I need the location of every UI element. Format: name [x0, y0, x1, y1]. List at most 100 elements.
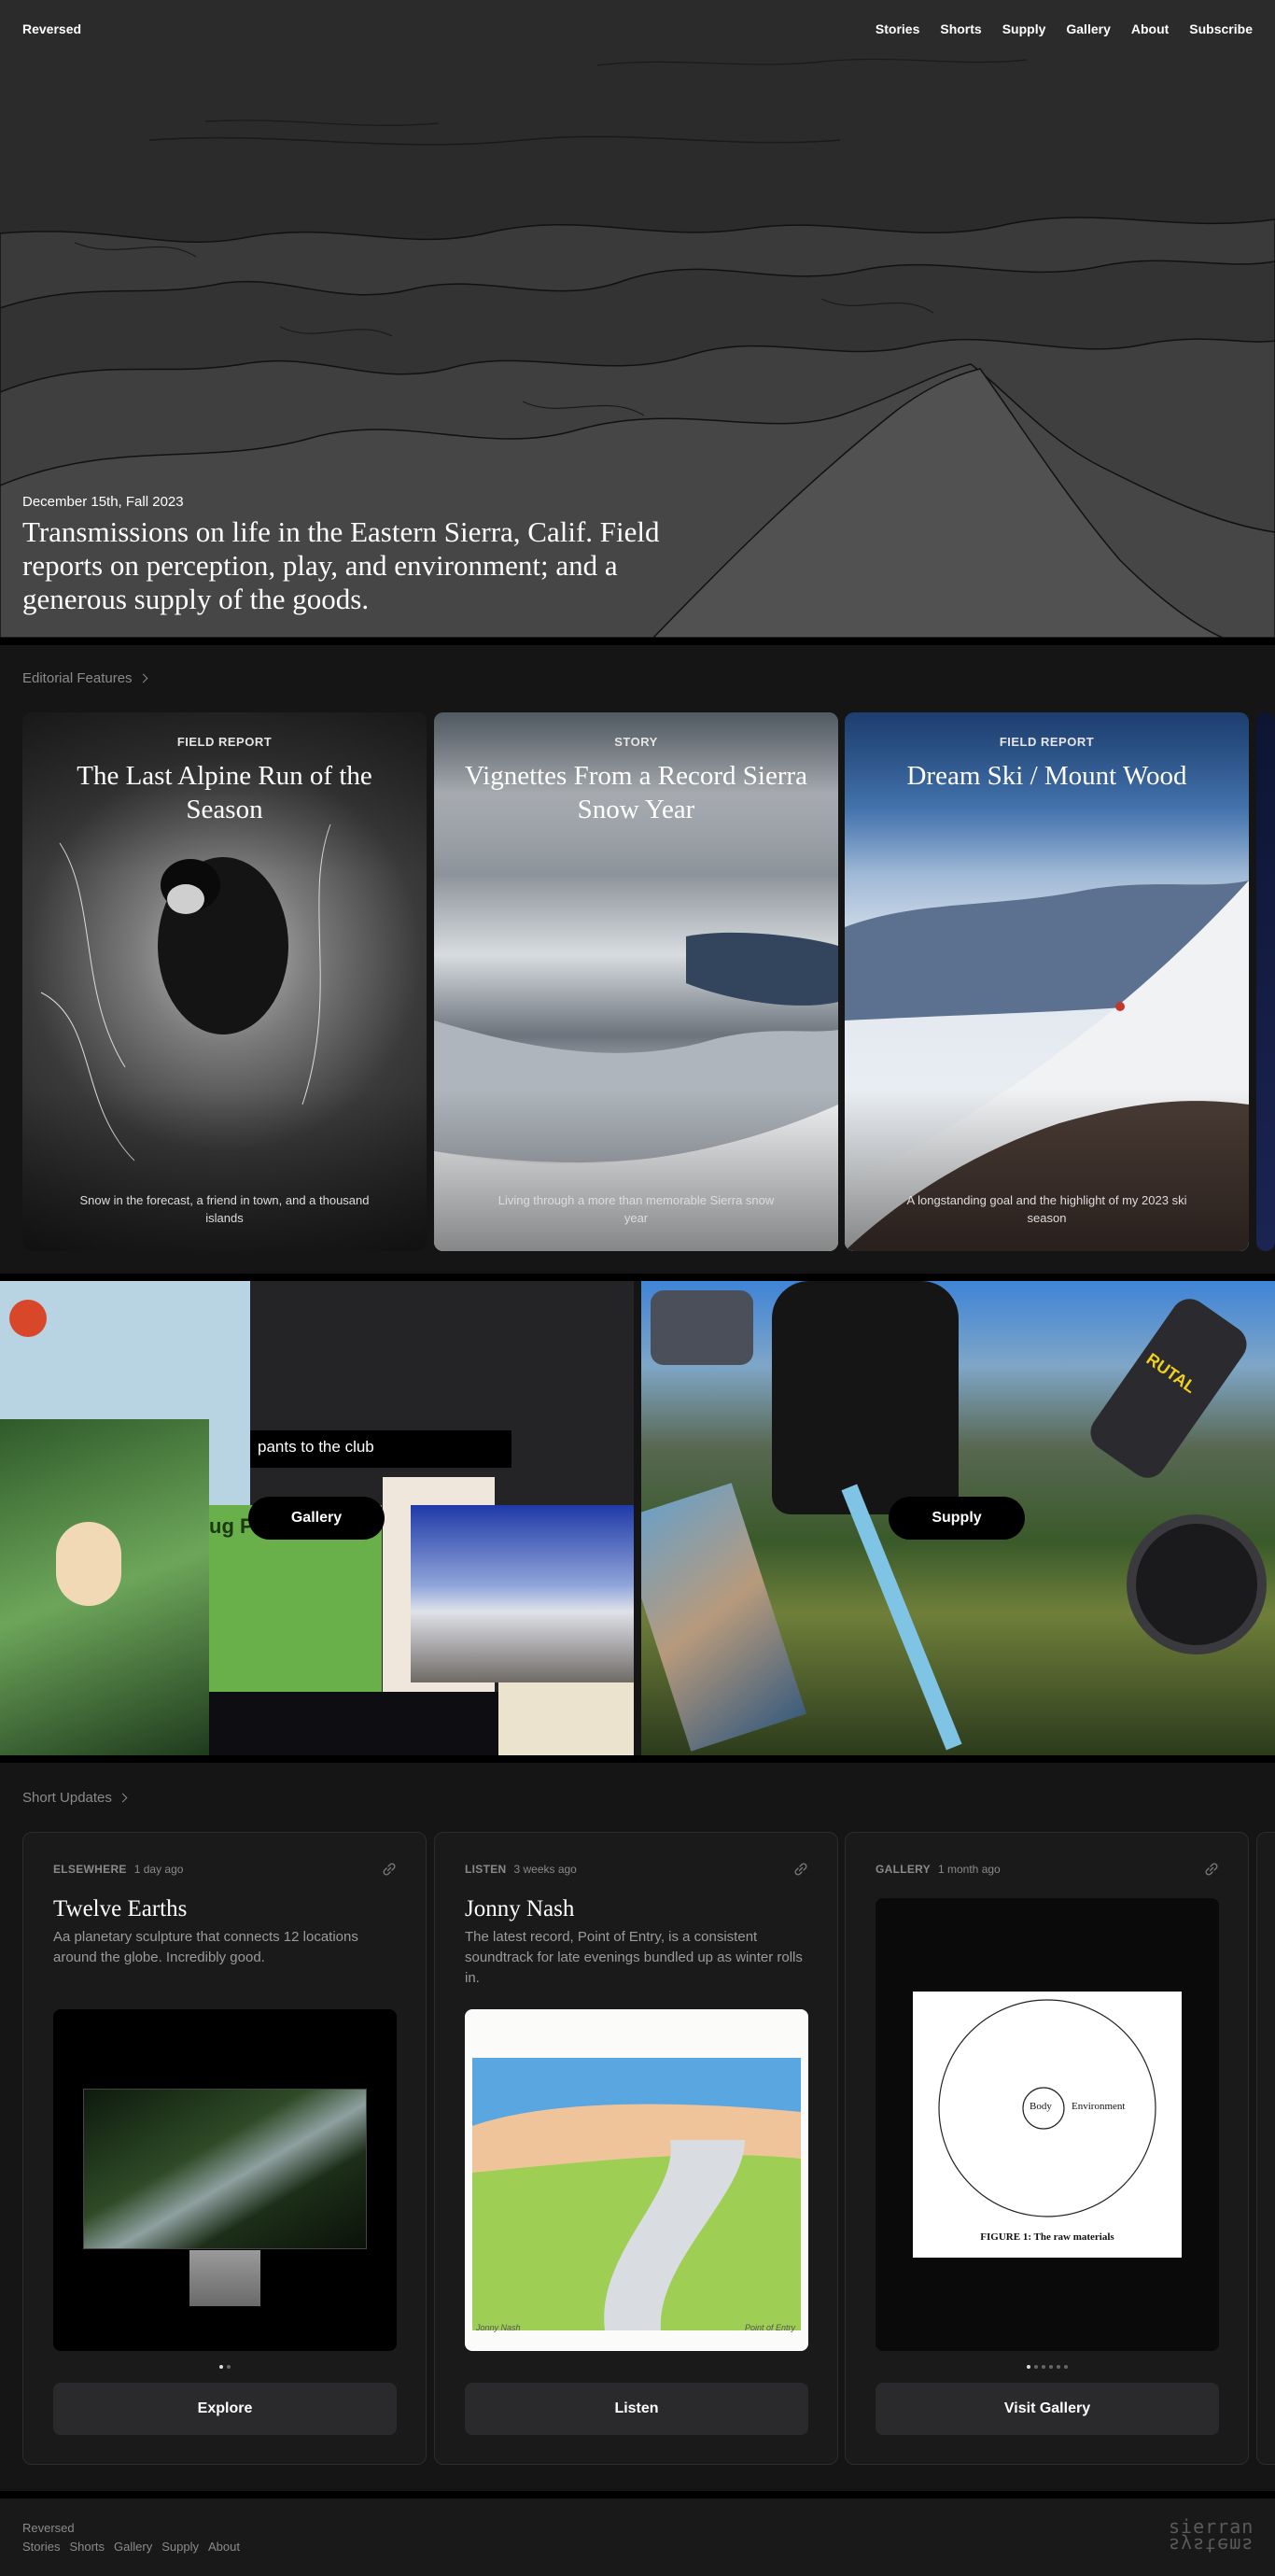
- diagram-label-body: Body: [1030, 2101, 1052, 2112]
- sierran-systems-logo[interactable]: sierran systems: [1169, 2517, 1254, 2556]
- feature-kicker: FIELD REPORT: [999, 735, 1095, 749]
- listen-button[interactable]: Listen: [465, 2383, 808, 2435]
- footer-brand[interactable]: Reversed: [22, 2521, 75, 2535]
- top-nav: Reversed Stories Shorts Supply Gallery A…: [0, 0, 1275, 58]
- card-meta: GALLERY 1 month ago: [876, 1863, 1001, 1876]
- feature-card[interactable]: FIELD REPORT The Last Alpine Run of the …: [22, 712, 427, 1251]
- editorial-heading-label: Editorial Features: [22, 670, 133, 686]
- feature-kicker: STORY: [614, 735, 658, 749]
- hero-title: Transmissions on life in the Eastern Sie…: [22, 515, 660, 615]
- supply-button[interactable]: Supply: [889, 1497, 1025, 1540]
- hero-date: December 15th, Fall 2023: [22, 494, 184, 510]
- supply-promo[interactable]: RUTAL Supply: [641, 1281, 1275, 1755]
- nav-link-shorts[interactable]: Shorts: [940, 21, 981, 36]
- monitor-screen: [83, 2089, 367, 2249]
- gallery-caption-strip: pants to the club: [250, 1430, 511, 1468]
- nav-link-about[interactable]: About: [1131, 21, 1169, 36]
- card-media[interactable]: Jonny Nash Point of Entry: [465, 2009, 808, 2351]
- short-card: GALLERY 1 month ago Body Environment FIG…: [845, 1832, 1249, 2465]
- card-time: 3 weeks ago: [513, 1863, 577, 1876]
- nav-links: Stories Shorts Supply Gallery About Subs…: [876, 21, 1253, 36]
- footer: Reversed Stories Shorts Gallery Supply A…: [0, 2499, 1275, 2576]
- link-icon[interactable]: [381, 1861, 398, 1878]
- gallery-photo-green: [0, 1419, 209, 1755]
- gallery-photo-dark: [209, 1692, 498, 1755]
- card-media[interactable]: [53, 2009, 397, 2351]
- diagram-label-environment: Environment: [1072, 2101, 1126, 2112]
- hero: Reversed Stories Shorts Supply Gallery A…: [0, 0, 1275, 638]
- footer-links: Stories Shorts Gallery Supply About: [22, 2540, 240, 2554]
- feature-kicker: FIELD REPORT: [176, 735, 273, 749]
- card-title: Twelve Earths: [53, 1896, 188, 1921]
- figure-page: Body Environment FIGURE 1: The raw mater…: [913, 1992, 1182, 2258]
- gallery-photo-character: [56, 1522, 121, 1606]
- section-divider: [0, 1755, 1275, 1763]
- card-category: ELSEWHERE: [53, 1863, 127, 1876]
- card-description: The latest record, Point of Entry, is a …: [465, 1929, 803, 1986]
- footer-link-gallery[interactable]: Gallery: [114, 2540, 152, 2554]
- footer-link-about[interactable]: About: [208, 2540, 240, 2554]
- supply-jacket: [772, 1281, 959, 1514]
- nav-link-subscribe[interactable]: Subscribe: [1189, 21, 1253, 36]
- feature-card[interactable]: FIELD REPORT Dream Ski / Mount Wood A lo…: [845, 712, 1249, 1251]
- card-time: 1 day ago: [133, 1863, 184, 1876]
- shorts-heading-label: Short Updates: [22, 1790, 112, 1806]
- gallery-photo-mountain: [411, 1505, 634, 1682]
- feature-title: Vignettes From a Record Sierra Snow Year: [464, 761, 808, 824]
- diagram-caption: FIGURE 1: The raw materials: [980, 2231, 1114, 2243]
- feature-card[interactable]: STORY Vignettes From a Record Sierra Sno…: [434, 712, 838, 1251]
- card-meta: LISTEN 3 weeks ago: [465, 1863, 577, 1876]
- logo-bottom-text: systems: [1169, 2534, 1254, 2556]
- card-description: Aa planetary sculpture that connects 12 …: [53, 1929, 358, 1965]
- card-category: GALLERY: [876, 1863, 931, 1876]
- supply-bottle: RUTAL: [1083, 1291, 1254, 1485]
- album-cover-illustration: [472, 2058, 801, 2330]
- feature-title: Dream Ski / Mount Wood: [906, 761, 1187, 791]
- monitor-stand: [189, 2250, 260, 2306]
- explore-button[interactable]: Explore: [53, 2383, 397, 2435]
- card-time: 1 month ago: [938, 1863, 1001, 1876]
- gallery-photo-paper: [498, 1682, 634, 1755]
- carousel-dots[interactable]: [846, 2365, 1248, 2369]
- link-icon[interactable]: [1203, 1861, 1220, 1878]
- feature-description: A longstanding goal and the highlight of…: [906, 1193, 1187, 1225]
- short-card-peek[interactable]: [1256, 1832, 1275, 2465]
- visit-gallery-button[interactable]: Visit Gallery: [876, 2383, 1219, 2435]
- nav-link-gallery[interactable]: Gallery: [1066, 21, 1110, 36]
- chevron-right-icon: [138, 673, 148, 683]
- supply-bottle-label: RUTAL: [1142, 1349, 1199, 1397]
- card-title: Jonny Nash: [465, 1896, 575, 1921]
- card-media[interactable]: Body Environment FIGURE 1: The raw mater…: [876, 1898, 1219, 2351]
- gallery-photo-figure: [9, 1300, 47, 1337]
- supply-gear: [651, 1290, 753, 1365]
- section-divider: [0, 1274, 1275, 1281]
- footer-link-supply[interactable]: Supply: [161, 2540, 199, 2554]
- editorial-heading[interactable]: Editorial Features: [22, 670, 148, 686]
- footer-link-shorts[interactable]: Shorts: [69, 2540, 105, 2554]
- feature-title: The Last Alpine Run of the Season: [77, 761, 372, 824]
- brand-logo[interactable]: Reversed: [22, 21, 81, 36]
- link-icon[interactable]: [792, 1861, 809, 1878]
- body-environment-diagram: [938, 1999, 1156, 2217]
- gallery-caption: pants to the club: [258, 1438, 374, 1456]
- supply-book: [641, 1483, 806, 1752]
- short-card: LISTEN 3 weeks ago Jonny Nash The latest…: [434, 1832, 838, 2465]
- gallery-button[interactable]: Gallery: [248, 1497, 385, 1540]
- section-divider: [0, 2491, 1275, 2499]
- chevron-right-icon: [118, 1793, 128, 1803]
- album-signature-right: Point of Entry: [744, 2323, 795, 2332]
- card-category: LISTEN: [465, 1863, 507, 1876]
- gallery-promo[interactable]: pants to the club ug Pants Gallery: [0, 1281, 634, 1755]
- supply-lens: [1127, 1514, 1267, 1654]
- feature-description: Living through a more than memorable Sie…: [497, 1193, 775, 1225]
- nav-link-stories[interactable]: Stories: [876, 21, 919, 36]
- carousel-dots[interactable]: [23, 2365, 426, 2369]
- footer-link-stories[interactable]: Stories: [22, 2540, 60, 2554]
- feature-card-peek[interactable]: [1256, 712, 1275, 1251]
- shorts-heading[interactable]: Short Updates: [22, 1790, 128, 1806]
- short-card: ELSEWHERE 1 day ago Twelve Earths Aa pla…: [22, 1832, 427, 2465]
- feature-description: Snow in the forecast, a friend in town, …: [79, 1193, 370, 1225]
- card-meta: ELSEWHERE 1 day ago: [53, 1863, 183, 1876]
- album-signature-left: Jonny Nash: [476, 2323, 521, 2332]
- nav-link-supply[interactable]: Supply: [1002, 21, 1046, 36]
